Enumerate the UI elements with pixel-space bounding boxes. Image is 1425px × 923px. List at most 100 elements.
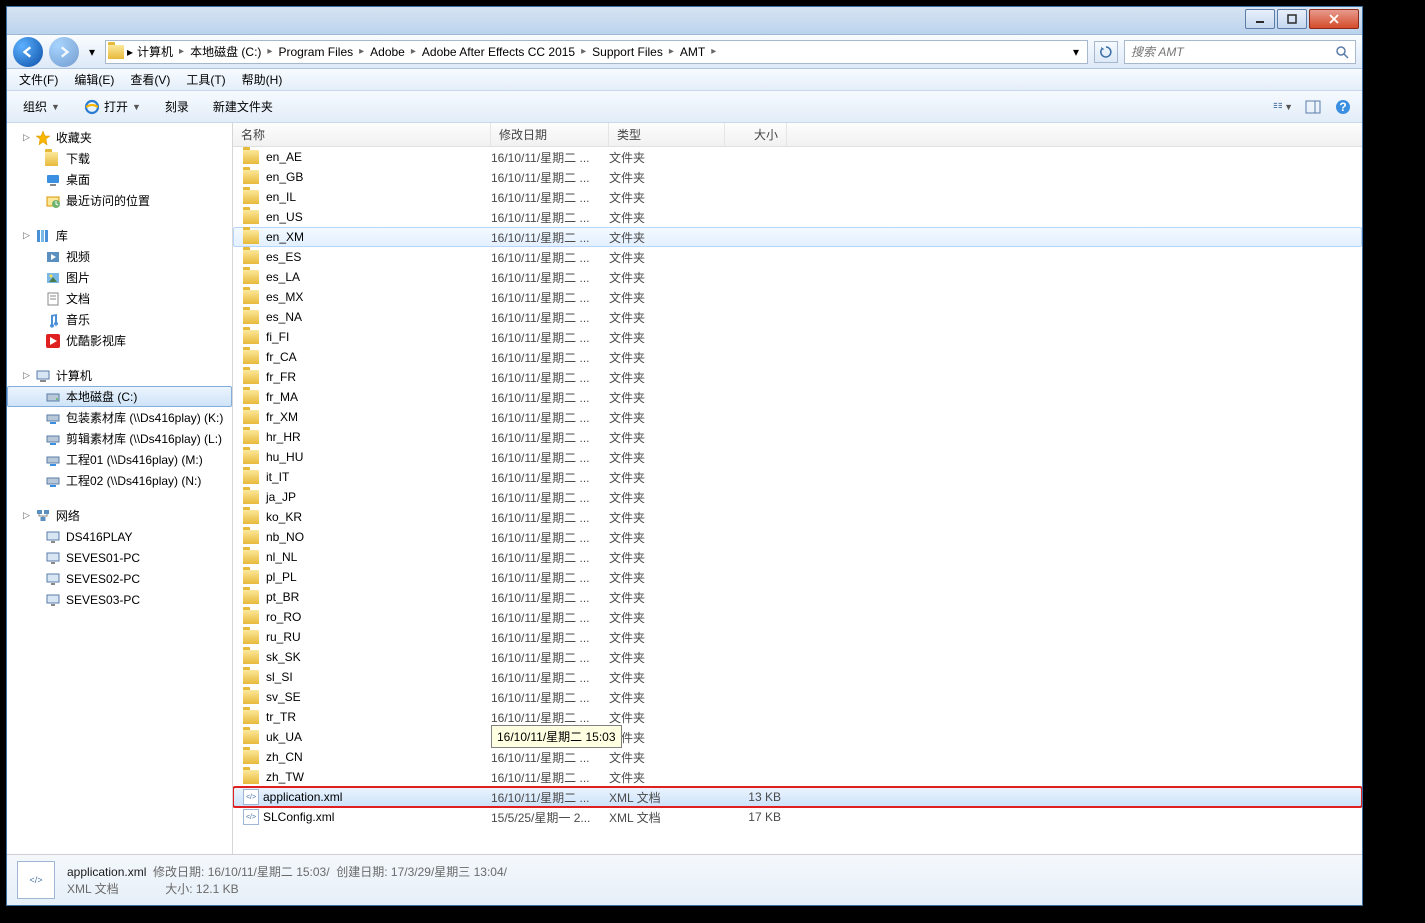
tree-group-favorites[interactable]: ▷收藏夹: [7, 127, 232, 148]
file-row[interactable]: es_LA16/10/11/星期二 ...文件夹: [233, 267, 1362, 287]
expand-icon[interactable]: ▷: [23, 510, 30, 521]
tree-group-computer[interactable]: ▷计算机: [7, 365, 232, 386]
tree-item-s1[interactable]: SEVES01-PC: [7, 547, 232, 568]
tree-group-network[interactable]: ▷网络: [7, 505, 232, 526]
tree-item-n[interactable]: 工程02 (\\Ds416play) (N:): [7, 470, 232, 491]
tree-item-video[interactable]: 视频: [7, 246, 232, 267]
file-row[interactable]: fr_XM16/10/11/星期二 ...文件夹: [233, 407, 1362, 427]
file-row[interactable]: nl_NL16/10/11/星期二 ...文件夹: [233, 547, 1362, 567]
file-row[interactable]: es_ES16/10/11/星期二 ...文件夹: [233, 247, 1362, 267]
breadcrumb-sep[interactable]: ▸: [265, 46, 274, 57]
file-row[interactable]: sv_SE16/10/11/星期二 ...文件夹: [233, 687, 1362, 707]
menu-item[interactable]: 文件(F): [13, 69, 64, 90]
breadcrumb-sep[interactable]: ▸: [667, 46, 676, 57]
tree-item-downloads[interactable]: 下载: [7, 148, 232, 169]
menu-item[interactable]: 帮助(H): [236, 69, 289, 90]
file-row[interactable]: en_IL16/10/11/星期二 ...文件夹: [233, 187, 1362, 207]
nav-tree[interactable]: ▷收藏夹下载桌面最近访问的位置▷库视频图片文档音乐优酷影视库▷计算机本地磁盘 (…: [7, 123, 233, 854]
tree-item-ds[interactable]: DS416PLAY: [7, 526, 232, 547]
file-list[interactable]: en_AE16/10/11/星期二 ...文件夹en_GB16/10/11/星期…: [233, 147, 1362, 854]
view-mode-button[interactable]: ▼: [1272, 96, 1294, 118]
file-row[interactable]: zh_TW16/10/11/星期二 ...文件夹: [233, 767, 1362, 787]
breadcrumb-sep[interactable]: ▸: [579, 46, 588, 57]
breadcrumb-sep[interactable]: ▸: [357, 46, 366, 57]
file-row[interactable]: es_NA16/10/11/星期二 ...文件夹: [233, 307, 1362, 327]
back-button[interactable]: [13, 37, 43, 67]
file-row[interactable]: </>SLConfig.xml15/5/25/星期一 2...XML 文档17 …: [233, 807, 1362, 827]
col-name[interactable]: 名称: [233, 123, 491, 146]
breadcrumb-item[interactable]: Adobe: [366, 45, 409, 59]
expand-icon[interactable]: ▷: [23, 132, 30, 143]
forward-button[interactable]: [49, 37, 79, 67]
file-row[interactable]: en_GB16/10/11/星期二 ...文件夹: [233, 167, 1362, 187]
file-row[interactable]: fi_FI16/10/11/星期二 ...文件夹: [233, 327, 1362, 347]
menu-item[interactable]: 查看(V): [124, 69, 176, 90]
tree-item-desktop[interactable]: 桌面: [7, 169, 232, 190]
file-row[interactable]: hu_HU16/10/11/星期二 ...文件夹: [233, 447, 1362, 467]
file-row[interactable]: es_MX16/10/11/星期二 ...文件夹: [233, 287, 1362, 307]
tree-item-s2[interactable]: SEVES02-PC: [7, 568, 232, 589]
preview-pane-button[interactable]: [1302, 96, 1324, 118]
file-row[interactable]: fr_CA16/10/11/星期二 ...文件夹: [233, 347, 1362, 367]
burn-button[interactable]: 刻录: [157, 94, 197, 119]
refresh-button[interactable]: [1094, 41, 1118, 63]
tree-item-music[interactable]: 音乐: [7, 309, 232, 330]
tree-item-cdrive[interactable]: 本地磁盘 (C:): [7, 386, 232, 407]
file-row[interactable]: </>application.xml16/10/11/星期二 ...XML 文档…: [233, 787, 1362, 807]
file-row[interactable]: zh_CN16/10/11/星期二 ...文件夹: [233, 747, 1362, 767]
breadcrumb-item[interactable]: 计算机: [133, 43, 177, 60]
breadcrumb-sep[interactable]: ▸: [409, 46, 418, 57]
new-folder-button[interactable]: 新建文件夹: [205, 94, 281, 119]
breadcrumb-item[interactable]: AMT: [676, 45, 709, 59]
breadcrumb-item[interactable]: 本地磁盘 (C:): [186, 43, 265, 60]
open-button[interactable]: 打开▼: [76, 94, 149, 119]
breadcrumb-sep[interactable]: ▸: [709, 46, 718, 57]
file-row[interactable]: en_US16/10/11/星期二 ...文件夹: [233, 207, 1362, 227]
file-row[interactable]: pt_BR16/10/11/星期二 ...文件夹: [233, 587, 1362, 607]
file-row[interactable]: ru_RU16/10/11/星期二 ...文件夹: [233, 627, 1362, 647]
tree-item-m[interactable]: 工程01 (\\Ds416play) (M:): [7, 449, 232, 470]
tree-item-recent[interactable]: 最近访问的位置: [7, 190, 232, 211]
file-row[interactable]: uk_UA16/10/11/星期二 ...文件夹: [233, 727, 1362, 747]
nav-history-dropdown[interactable]: ▾: [85, 41, 99, 63]
help-button[interactable]: ?: [1332, 96, 1354, 118]
file-row[interactable]: it_IT16/10/11/星期二 ...文件夹: [233, 467, 1362, 487]
breadcrumb-item[interactable]: Support Files: [588, 45, 667, 59]
col-date[interactable]: 修改日期: [491, 123, 609, 146]
breadcrumb-sep[interactable]: ▸: [177, 46, 186, 57]
maximize-button[interactable]: [1277, 9, 1307, 29]
search-input[interactable]: [1131, 45, 1335, 59]
search-box[interactable]: [1124, 40, 1356, 64]
file-row[interactable]: en_AE16/10/11/星期二 ...文件夹: [233, 147, 1362, 167]
address-dropdown[interactable]: ▾: [1067, 41, 1085, 63]
file-row[interactable]: ja_JP16/10/11/星期二 ...文件夹: [233, 487, 1362, 507]
file-row[interactable]: fr_MA16/10/11/星期二 ...文件夹: [233, 387, 1362, 407]
file-row[interactable]: hr_HR16/10/11/星期二 ...文件夹: [233, 427, 1362, 447]
tree-item-s3[interactable]: SEVES03-PC: [7, 589, 232, 610]
tree-item-k[interactable]: 包装素材库 (\\Ds416play) (K:): [7, 407, 232, 428]
breadcrumb-item[interactable]: Adobe After Effects CC 2015: [418, 45, 579, 59]
file-row[interactable]: ro_RO16/10/11/星期二 ...文件夹: [233, 607, 1362, 627]
tree-item-youku[interactable]: 优酷影视库: [7, 330, 232, 351]
menu-item[interactable]: 工具(T): [180, 69, 231, 90]
tree-group-library[interactable]: ▷库: [7, 225, 232, 246]
col-type[interactable]: 类型: [609, 123, 725, 146]
expand-icon[interactable]: ▷: [23, 230, 30, 241]
close-button[interactable]: [1309, 9, 1359, 29]
file-row[interactable]: en_XM16/10/11/星期二 ...文件夹: [233, 227, 1362, 247]
file-row[interactable]: sk_SK16/10/11/星期二 ...文件夹: [233, 647, 1362, 667]
tree-item-documents[interactable]: 文档: [7, 288, 232, 309]
organize-button[interactable]: 组织▼: [15, 94, 68, 119]
file-row[interactable]: pl_PL16/10/11/星期二 ...文件夹: [233, 567, 1362, 587]
breadcrumb-item[interactable]: Program Files: [274, 45, 357, 59]
file-row[interactable]: nb_NO16/10/11/星期二 ...文件夹: [233, 527, 1362, 547]
file-row[interactable]: sl_SI16/10/11/星期二 ...文件夹: [233, 667, 1362, 687]
file-row[interactable]: fr_FR16/10/11/星期二 ...文件夹: [233, 367, 1362, 387]
file-row[interactable]: tr_TR16/10/11/星期二 ...文件夹: [233, 707, 1362, 727]
address-bar[interactable]: ▸ 计算机▸本地磁盘 (C:)▸Program Files▸Adobe▸Adob…: [105, 40, 1088, 64]
col-size[interactable]: 大小: [725, 123, 787, 146]
search-icon[interactable]: [1335, 45, 1349, 59]
file-row[interactable]: ko_KR16/10/11/星期二 ...文件夹: [233, 507, 1362, 527]
tree-item-l[interactable]: 剪辑素材库 (\\Ds416play) (L:): [7, 428, 232, 449]
expand-icon[interactable]: ▷: [23, 370, 30, 381]
